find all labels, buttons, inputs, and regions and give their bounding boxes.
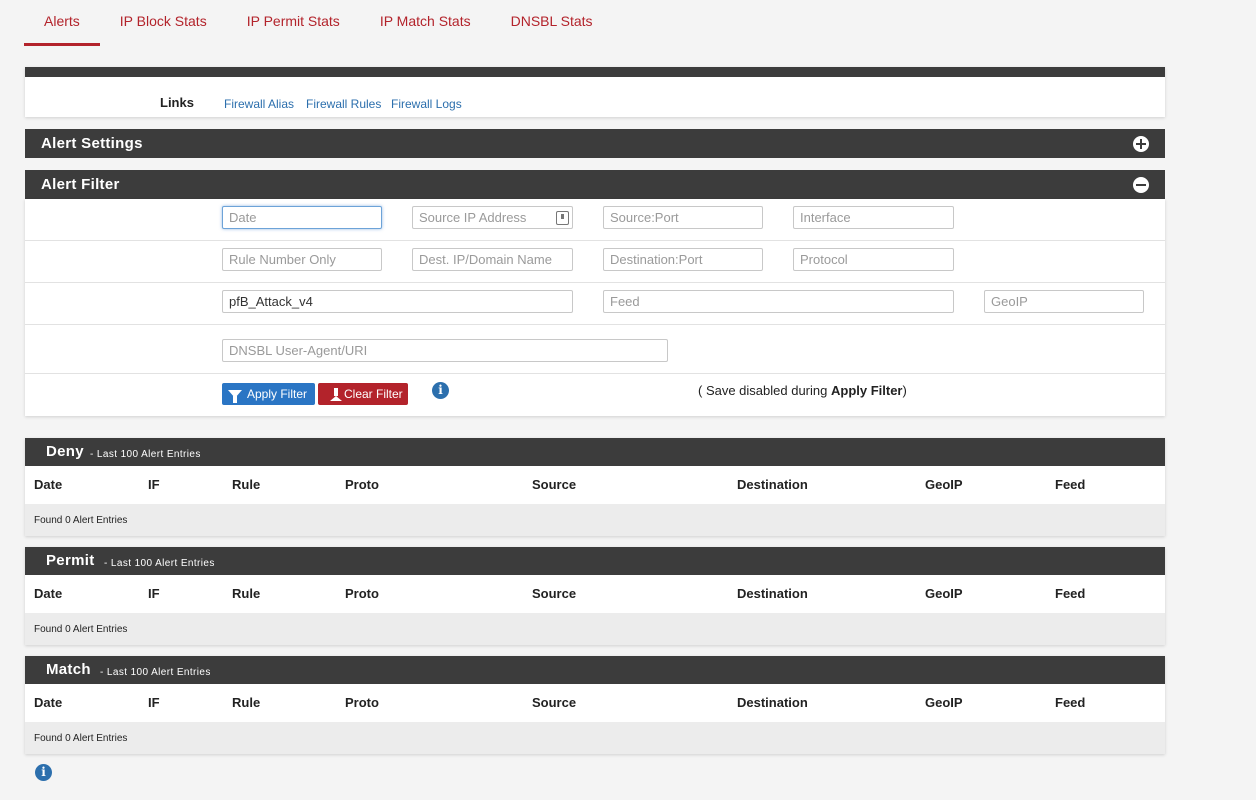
tab-ip-permit-stats[interactable]: IP Permit Stats: [227, 0, 360, 46]
filter-row-4: [25, 325, 1165, 374]
tab-ip-block-stats[interactable]: IP Block Stats: [100, 0, 227, 46]
date-input[interactable]: [222, 206, 382, 229]
firewall-rules-link[interactable]: Firewall Rules: [306, 97, 381, 111]
alert-filter-header[interactable]: Alert Filter: [25, 170, 1165, 199]
match-table-panel: Match - Last 100 Alert Entries Date IF R…: [25, 656, 1165, 754]
links-row: Links Firewall Alias Firewall Rules Fire…: [25, 77, 1165, 117]
column-date: Date: [34, 695, 63, 710]
permit-subtitle: - Last 100 Alert Entries: [104, 558, 215, 569]
save-note-bold: Apply Filter: [830, 383, 903, 398]
dnsbl-input[interactable]: [222, 339, 668, 362]
column-feed: Feed: [1055, 586, 1086, 601]
save-note-suffix: ): [902, 383, 907, 398]
deny-title: Deny: [46, 443, 84, 460]
column-destination: Destination: [737, 477, 808, 492]
clear-filter-label: Clear Filter: [344, 387, 403, 401]
column-rule: Rule: [232, 586, 261, 601]
column-geoip: GeoIP: [925, 477, 963, 492]
info-icon[interactable]: i: [432, 382, 449, 399]
eraser-icon: [330, 387, 342, 401]
alert-settings-title: Alert Settings: [41, 135, 143, 152]
save-note-prefix: ( Save disabled during: [698, 383, 831, 398]
rule-number-input[interactable]: [222, 248, 382, 271]
apply-filter-label: Apply Filter: [247, 387, 308, 401]
column-rule: Rule: [232, 695, 261, 710]
column-geoip: GeoIP: [925, 695, 963, 710]
filter-actions-row: Apply Filter Clear Filter i ( Save disab…: [25, 374, 1165, 416]
dest-ip-input[interactable]: [412, 248, 573, 271]
column-source: Source: [532, 586, 577, 601]
column-if: IF: [148, 695, 160, 710]
column-source: Source: [532, 477, 577, 492]
firewall-logs-link[interactable]: Firewall Logs: [391, 97, 462, 111]
permit-column-headers: Date IF Rule Proto Source Destination Ge…: [25, 575, 1165, 613]
links-panel-header: [25, 67, 1165, 77]
deny-table-panel: Deny - Last 100 Alert Entries Date IF Ru…: [25, 438, 1165, 536]
contact-card-icon: [556, 211, 569, 225]
deny-found-count: Found 0 Alert Entries: [25, 504, 1165, 536]
permit-table-panel: Permit - Last 100 Alert Entries Date IF …: [25, 547, 1165, 645]
column-if: IF: [148, 477, 160, 492]
column-feed: Feed: [1055, 477, 1086, 492]
column-destination: Destination: [737, 695, 808, 710]
tab-alerts[interactable]: Alerts: [24, 0, 100, 46]
column-proto: Proto: [345, 586, 379, 601]
info-icon[interactable]: i: [35, 764, 52, 781]
deny-subtitle: - Last 100 Alert Entries: [90, 449, 201, 460]
links-panel: Links Firewall Alias Firewall Rules Fire…: [25, 67, 1165, 117]
source-ip-input[interactable]: [412, 206, 573, 229]
interface-input[interactable]: [793, 206, 954, 229]
apply-filter-button[interactable]: Apply Filter: [222, 383, 315, 405]
column-rule: Rule: [232, 477, 261, 492]
match-header: Match - Last 100 Alert Entries: [25, 656, 1165, 684]
plus-circle-icon[interactable]: [1133, 136, 1149, 152]
filter-row-3: [25, 283, 1165, 325]
alert-settings-header[interactable]: Alert Settings: [25, 129, 1165, 158]
filter-row-2: [25, 241, 1165, 283]
column-destination: Destination: [737, 586, 808, 601]
links-label: Links: [160, 95, 194, 110]
match-subtitle: - Last 100 Alert Entries: [100, 667, 211, 678]
protocol-input[interactable]: [793, 248, 954, 271]
geoip-input[interactable]: [984, 290, 1144, 313]
column-proto: Proto: [345, 695, 379, 710]
tab-dnsbl-stats[interactable]: DNSBL Stats: [491, 0, 613, 46]
destination-port-input[interactable]: [603, 248, 763, 271]
feed-input[interactable]: [603, 290, 954, 313]
alert-filter-body: Apply Filter Clear Filter i ( Save disab…: [25, 199, 1165, 416]
alert-filter-title: Alert Filter: [41, 176, 120, 193]
tab-bar: Alerts IP Block Stats IP Permit Stats IP…: [24, 0, 613, 46]
match-title: Match: [46, 661, 91, 678]
match-column-headers: Date IF Rule Proto Source Destination Ge…: [25, 684, 1165, 722]
column-date: Date: [34, 586, 63, 601]
column-if: IF: [148, 586, 160, 601]
column-date: Date: [34, 477, 63, 492]
minus-circle-icon[interactable]: [1133, 177, 1149, 193]
funnel-icon: [228, 390, 242, 403]
column-proto: Proto: [345, 477, 379, 492]
firewall-alias-link[interactable]: Firewall Alias: [224, 97, 294, 111]
deny-header: Deny - Last 100 Alert Entries: [25, 438, 1165, 466]
permit-found-count: Found 0 Alert Entries: [25, 613, 1165, 645]
match-found-count: Found 0 Alert Entries: [25, 722, 1165, 754]
deny-column-headers: Date IF Rule Proto Source Destination Ge…: [25, 466, 1165, 504]
clear-filter-button[interactable]: Clear Filter: [318, 383, 408, 405]
alias-input[interactable]: [222, 290, 573, 313]
tab-ip-match-stats[interactable]: IP Match Stats: [360, 0, 491, 46]
permit-title: Permit: [46, 552, 95, 569]
source-port-input[interactable]: [603, 206, 763, 229]
filter-row-1: [25, 199, 1165, 241]
column-source: Source: [532, 695, 577, 710]
column-geoip: GeoIP: [925, 586, 963, 601]
column-feed: Feed: [1055, 695, 1086, 710]
permit-header: Permit - Last 100 Alert Entries: [25, 547, 1165, 575]
save-note: ( Save disabled during Apply Filter): [698, 383, 907, 398]
